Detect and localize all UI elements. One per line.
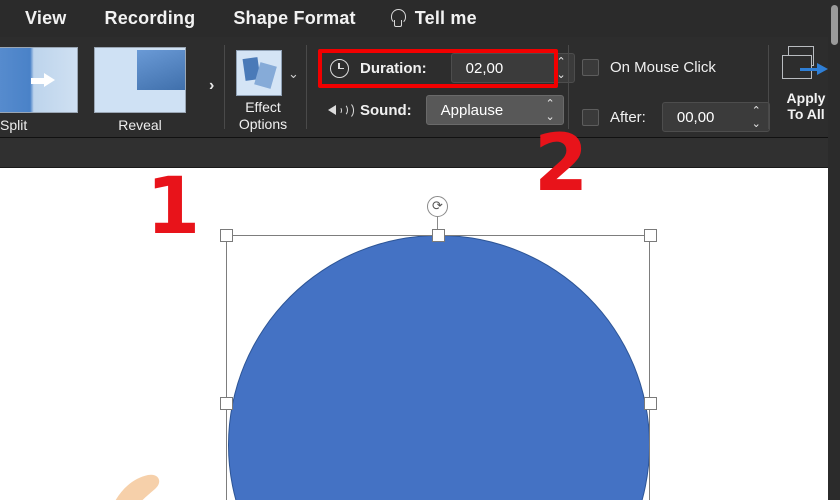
arrow-right-icon	[31, 73, 57, 88]
resize-handle-top-center[interactable]	[432, 229, 445, 242]
pointing-hand-icon	[115, 474, 202, 500]
menu-bar: View Recording Shape Format Tell me	[0, 0, 840, 37]
right-edge-rail	[828, 0, 840, 500]
after-stepper[interactable]: ⌃ ⌄	[752, 106, 761, 130]
on-mouse-click-label: On Mouse Click	[610, 59, 716, 76]
effect-options-chevron-down-icon[interactable]: ⌄	[288, 66, 299, 82]
sound-row: Sound: Applause ⌃ ⌄	[328, 95, 564, 125]
menu-shape-format[interactable]: Shape Format	[233, 8, 355, 29]
after-stepper-down[interactable]: ⌄	[752, 119, 761, 130]
menu-view[interactable]: View	[25, 8, 67, 29]
clock-icon	[330, 58, 349, 78]
on-mouse-click-checkbox[interactable]	[582, 59, 599, 76]
effect-options-label-line2: Options	[238, 116, 288, 132]
duration-input[interactable]: 02,00 ⌃ ⌄	[450, 53, 575, 83]
sound-label: Sound:	[360, 101, 412, 119]
transition-reveal-thumbnail	[94, 47, 186, 113]
tell-me-button[interactable]: Tell me	[390, 8, 477, 30]
apply-to-all-icon	[780, 44, 832, 88]
transitions-ribbon: Split Reveal › ⌄ Effect Options Duration…	[0, 37, 840, 138]
effect-options-label: Effect Options	[232, 99, 294, 133]
duration-stepper[interactable]: ⌃ ⌄	[556, 57, 565, 81]
step-marker-1: 1	[146, 162, 201, 252]
after-row: After: 00,00 ⌃ ⌄	[582, 102, 770, 132]
duration-stepper-up[interactable]: ⌃	[556, 57, 565, 68]
apply-to-all-label-line2: To All	[787, 106, 825, 122]
step-marker-2: 2	[534, 119, 589, 209]
resize-handle-top-left[interactable]	[220, 229, 233, 242]
ribbon-separator-4	[768, 45, 769, 129]
menu-recording[interactable]: Recording	[105, 8, 196, 29]
after-value: 00,00	[676, 108, 715, 126]
duration-row: Duration: 02,00 ⌃ ⌄	[330, 53, 575, 83]
transition-split-thumbnail	[0, 47, 78, 113]
speaker-wave-3	[341, 101, 354, 119]
transition-reveal-button[interactable]: Reveal	[94, 47, 186, 133]
hand-shape	[115, 474, 202, 500]
apply-to-all-label-line1: Apply	[786, 90, 826, 106]
sound-stepper-up[interactable]: ⌃	[545, 99, 554, 110]
after-stepper-up[interactable]: ⌃	[752, 106, 761, 117]
selection-frame	[226, 235, 650, 500]
duration-stepper-down[interactable]: ⌄	[556, 70, 565, 81]
speaker-cone	[328, 105, 336, 115]
on-mouse-click-row[interactable]: On Mouse Click	[582, 59, 716, 76]
duration-value: 02,00	[465, 59, 504, 77]
ribbon-lower-strip	[0, 138, 840, 168]
reveal-panel-shape	[137, 50, 185, 90]
lightbulb-icon	[390, 8, 406, 30]
transition-split-button[interactable]: Split	[0, 47, 78, 133]
after-input[interactable]: 00,00 ⌃ ⌄	[661, 102, 770, 132]
transition-reveal-label: Reveal	[118, 117, 162, 133]
vertical-scrollbar-thumb[interactable]	[831, 5, 838, 45]
resize-handle-middle-right[interactable]	[644, 397, 657, 410]
transition-split-label: Split	[0, 117, 28, 133]
ribbon-separator-3	[568, 45, 569, 129]
effect-options-icon	[236, 50, 282, 96]
ribbon-separator	[224, 45, 225, 129]
rotate-icon[interactable]: ⟳	[427, 196, 448, 217]
sound-value: Applause	[440, 101, 504, 119]
effect-options-label-line1: Effect	[245, 99, 281, 115]
speaker-icon	[328, 101, 354, 119]
resize-handle-middle-left[interactable]	[220, 397, 233, 410]
apply-to-all-button[interactable]: Apply To All	[777, 44, 835, 134]
ribbon-separator-2	[306, 45, 307, 129]
after-label: After:	[610, 108, 646, 126]
gallery-more-chevron-right-icon[interactable]: ›	[209, 77, 214, 95]
resize-handle-top-right[interactable]	[644, 229, 657, 242]
tell-me-label: Tell me	[414, 8, 477, 28]
apply-to-all-label: Apply To All	[787, 90, 826, 122]
duration-label: Duration:	[360, 59, 427, 77]
powerpoint-window: View Recording Shape Format Tell me Spli…	[0, 0, 840, 500]
slide-canvas[interactable]: ⟳ 1	[0, 168, 828, 500]
effect-options-button[interactable]: ⌄	[236, 50, 299, 96]
arrow-right-icon	[800, 63, 830, 76]
